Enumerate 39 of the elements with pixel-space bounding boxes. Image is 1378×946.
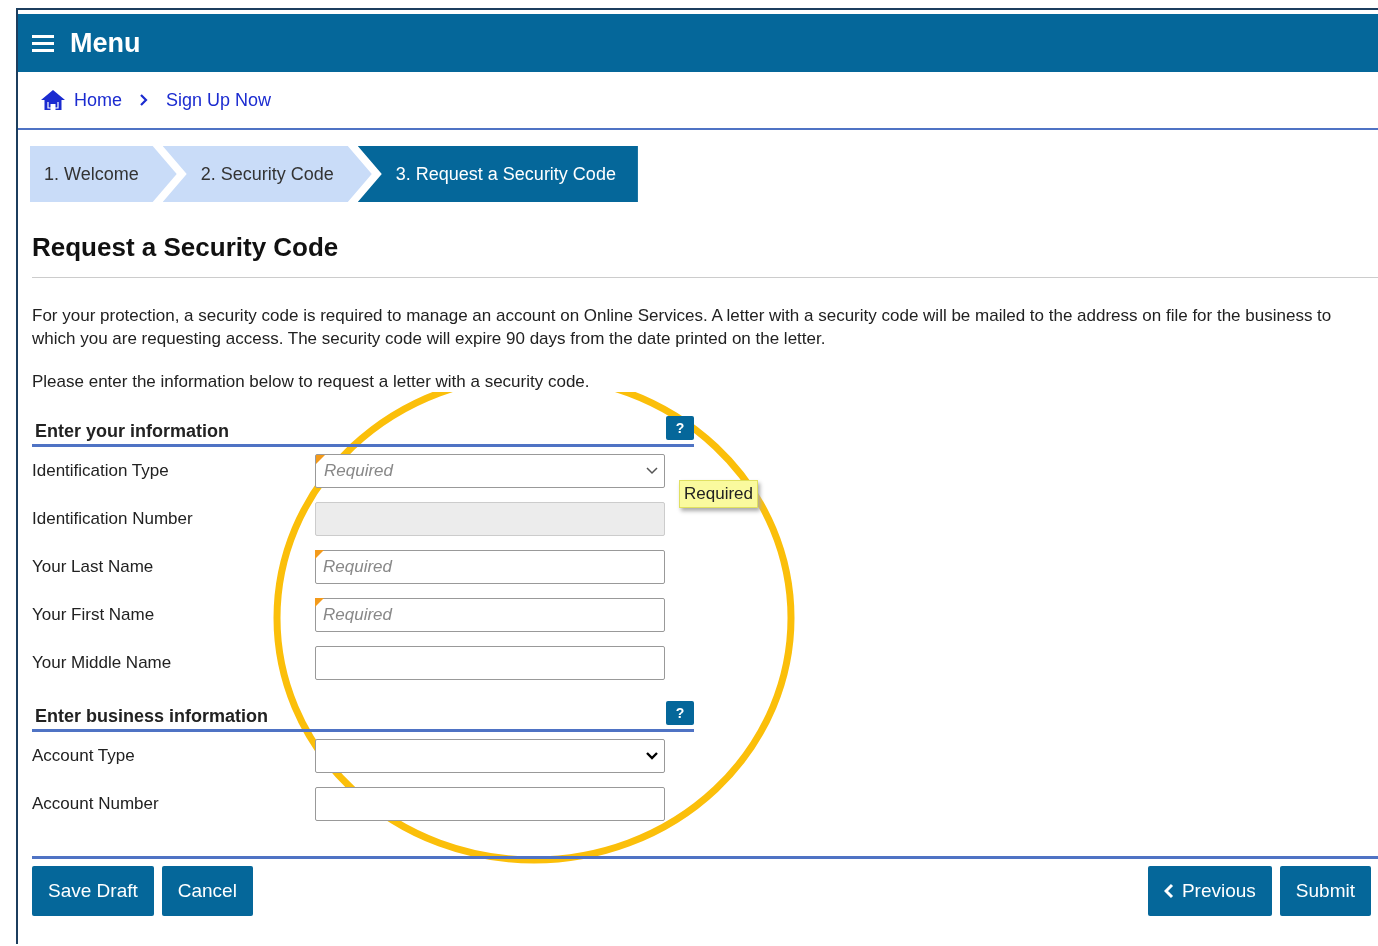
intro-text: For your protection, a security code is required to manage an account on Online Services. A letter with a security code will be mailed to the address on file for the business to which you are requesting access. The security code will expire 90 days from the date printed on the letter.	[32, 305, 1333, 350]
menu-button[interactable]: Menu	[32, 27, 141, 59]
required-marker	[315, 550, 324, 559]
chevron-icon	[140, 94, 148, 106]
dropdown-field[interactable]: Required	[315, 454, 665, 488]
action-button[interactable]: Cancel	[161, 866, 253, 916]
tooltip: Required	[679, 480, 758, 508]
action-button[interactable]: Save Draft	[32, 866, 154, 916]
field-label: Identification Type	[32, 461, 170, 481]
caret-icon	[646, 467, 658, 475]
caret-icon	[646, 752, 658, 760]
section-heading: Enter your information	[35, 421, 229, 442]
wizard-step[interactable]: 3. Request a Security Code	[357, 146, 638, 202]
action-button[interactable]: Previous	[1147, 866, 1272, 916]
input-field[interactable]	[315, 787, 665, 821]
field-label: Account Number	[32, 794, 160, 814]
field-label: Your First Name	[32, 605, 156, 625]
breadcrumb-link[interactable]: Sign Up Now	[166, 89, 272, 111]
help-button[interactable]: ?	[666, 416, 694, 440]
input-field[interactable]	[315, 646, 665, 680]
field-label: Your Middle Name	[32, 653, 173, 673]
field-label: Account Type	[32, 746, 136, 766]
action-button[interactable]: Submit	[1279, 866, 1371, 916]
input-field[interactable]: Required	[315, 550, 665, 584]
chevron-left-icon	[1163, 883, 1174, 899]
field-label: Your Last Name	[32, 557, 155, 577]
help-button[interactable]: ?	[666, 701, 694, 725]
menu-icon	[32, 34, 54, 52]
breadcrumb-link[interactable]: Home	[40, 89, 122, 111]
home-icon	[40, 89, 66, 111]
wizard-step[interactable]: 2. Security Code	[162, 146, 372, 202]
required-marker	[316, 455, 325, 464]
wizard-step[interactable]: 1. Welcome	[30, 146, 177, 202]
section-heading: Enter business information	[35, 706, 269, 727]
required-marker	[315, 598, 324, 607]
page-title: Request a Security Code	[32, 232, 340, 263]
dropdown-field[interactable]	[315, 739, 665, 773]
input-field[interactable]: Required	[315, 598, 665, 632]
field-label: Identification Number	[32, 509, 194, 529]
